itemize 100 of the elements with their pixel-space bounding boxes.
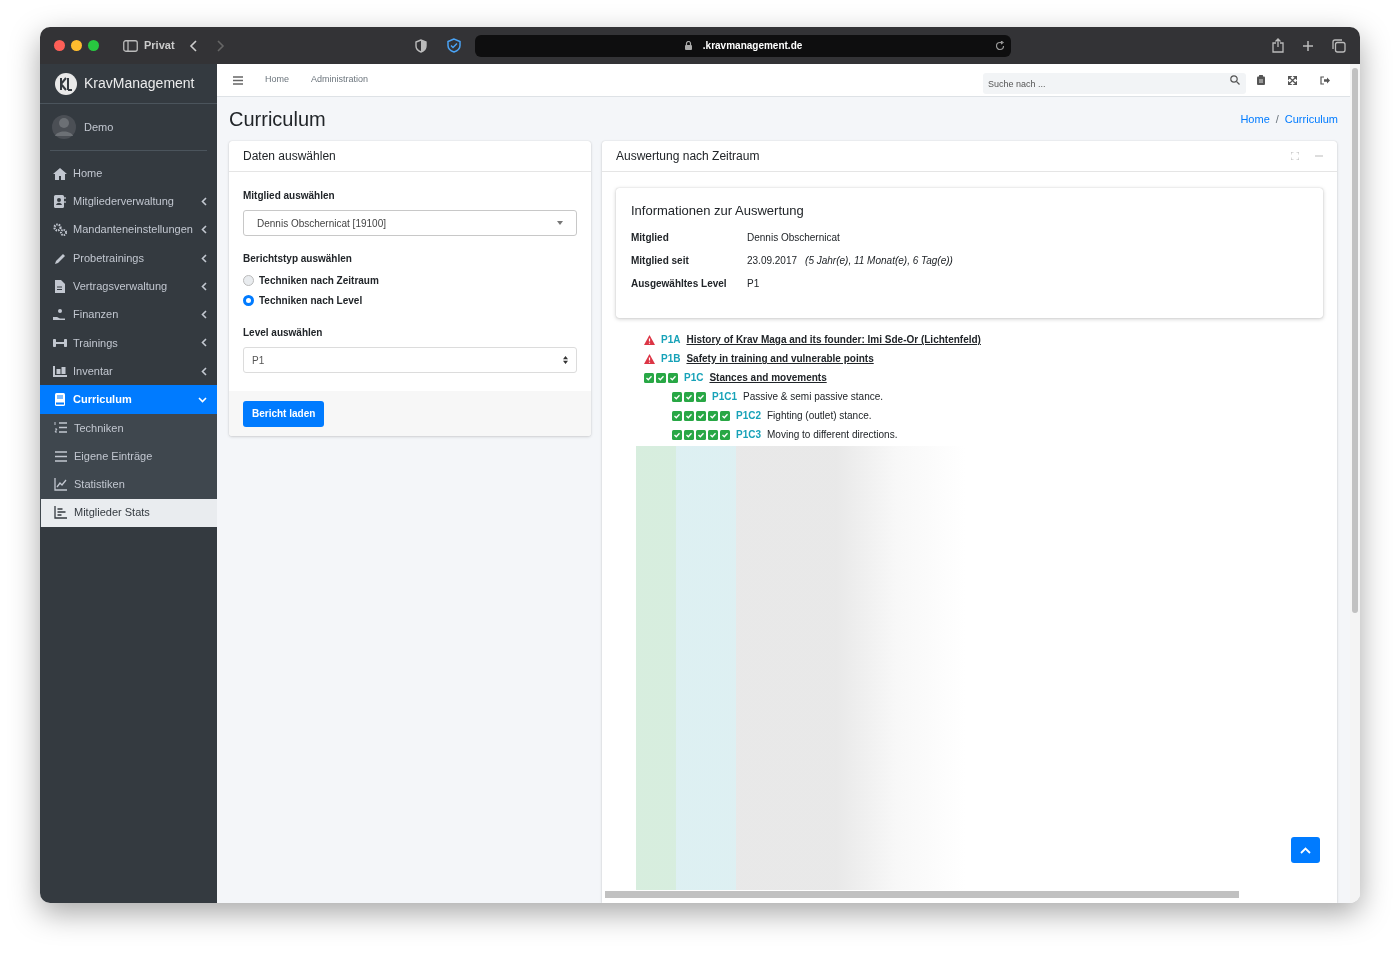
- cart-icon: [53, 364, 67, 378]
- info-note: (5 Jahr(e), 11 Monat(e), 6 Tag(e)): [805, 253, 953, 268]
- sidebar-item[interactable]: Home: [40, 159, 217, 188]
- technique-title: Passive & semi passive stance.: [743, 390, 884, 404]
- book-icon: [53, 393, 67, 406]
- info-label: Mitglied seit: [631, 253, 690, 268]
- numbered-list-icon: [54, 421, 68, 435]
- technique-code: P1C3: [736, 428, 761, 442]
- chevron-left-icon: [201, 281, 207, 291]
- chevron-left-icon: [201, 338, 207, 348]
- info-label: Ausgewähltes Level: [631, 276, 728, 291]
- back-icon[interactable]: [188, 39, 197, 52]
- chevron-up-icon: [1300, 846, 1311, 854]
- chevron-left-icon: [201, 225, 207, 235]
- info-label: Mitglied: [631, 230, 670, 245]
- sidebar-item[interactable]: Trainings: [40, 328, 217, 358]
- technique-link[interactable]: History of Krav Maga and its founder: Imi Sde-Or (Lichtenfeld): [686, 332, 981, 347]
- technique-code: P1A: [661, 333, 681, 347]
- sidebar-subitem[interactable]: Eigene Einträge: [41, 441, 217, 471]
- house-icon: [53, 166, 67, 180]
- clipboard-icon[interactable]: [1257, 75, 1265, 85]
- sidebar-toggle-icon[interactable]: [123, 39, 138, 52]
- list-icon: [54, 449, 68, 463]
- page-title: Curriculum: [229, 107, 326, 132]
- brand-name[interactable]: KravManagement: [84, 73, 195, 94]
- scroll-to-top-button[interactable]: [1291, 837, 1320, 863]
- technique-title: Fighting (outlet) stance.: [767, 409, 872, 423]
- line-chart-icon: [54, 477, 68, 491]
- sidebar-item[interactable]: Finanzen: [40, 300, 217, 329]
- sidebar-subitem[interactable]: Techniken: [41, 413, 217, 442]
- chevron-left-icon: [201, 310, 207, 320]
- fullscreen-icon[interactable]: [1288, 75, 1297, 85]
- sidebar-item[interactable]: Inventar: [40, 357, 217, 386]
- sidebar-subitem[interactable]: Mitglieder Stats: [41, 498, 217, 527]
- member-select[interactable]: Dennis Obschernicat [19100]: [243, 210, 577, 236]
- share-icon[interactable]: [1272, 38, 1284, 53]
- nav-link[interactable]: Administration: [311, 73, 369, 87]
- field-label: Level auswählen: [243, 326, 324, 340]
- sidebar-item[interactable]: Curriculum: [40, 385, 217, 414]
- new-tab-icon[interactable]: [1302, 39, 1314, 52]
- info-value: 23.09.2017: [747, 253, 798, 268]
- hand-coin-icon: [53, 308, 67, 322]
- pencil-icon: [53, 251, 67, 265]
- tabs-overview-icon[interactable]: [1332, 38, 1346, 53]
- profile-label[interactable]: Privat: [144, 37, 175, 54]
- maximize-window-button[interactable]: [88, 40, 99, 51]
- technique-code: P1B: [661, 352, 681, 366]
- menu-icon[interactable]: [233, 75, 243, 85]
- close-window-button[interactable]: [54, 40, 65, 51]
- radio-option[interactable]: Techniken nach Zeitraum: [243, 273, 577, 288]
- card-title: Daten auswählen: [243, 148, 336, 165]
- nav-link[interactable]: Home: [265, 73, 289, 87]
- radio-option[interactable]: Techniken nach Level: [243, 293, 577, 308]
- chevron-left-icon: [201, 366, 207, 376]
- radio-button[interactable]: [243, 275, 254, 286]
- technique-link[interactable]: Stances and movements: [709, 370, 827, 385]
- sidebar-item[interactable]: Probetrainings: [40, 243, 217, 273]
- search-icon[interactable]: [1230, 74, 1240, 85]
- search-field[interactable]: Suche nach ...: [983, 73, 1246, 94]
- dropdown-caret-icon: [557, 221, 563, 225]
- address-bar[interactable]: .kravmanagement.de: [474, 34, 1011, 57]
- load-report-button[interactable]: Bericht laden: [243, 400, 325, 427]
- select-arrows-icon: [563, 356, 568, 364]
- info-value: Dennis Obschernicat: [747, 230, 840, 245]
- minimize-window-button[interactable]: [71, 40, 82, 51]
- vertical-scrollbar[interactable]: [1350, 64, 1360, 903]
- breadcrumb-link[interactable]: Home: [1240, 110, 1270, 128]
- level-select[interactable]: P1: [243, 347, 577, 373]
- reload-icon[interactable]: [994, 40, 1005, 51]
- horizontal-scrollbar[interactable]: [605, 891, 1239, 898]
- breadcrumb-separator: /: [1275, 111, 1279, 127]
- technique-title: Moving to different directions.: [767, 428, 898, 442]
- breadcrumb-link[interactable]: Curriculum: [1284, 110, 1338, 128]
- sidebar-item[interactable]: Vertragsverwaltung: [40, 272, 217, 301]
- sidebar-item[interactable]: Mandanteneinstellungen: [40, 215, 217, 244]
- sidebar-subitem[interactable]: Statistiken: [41, 470, 217, 499]
- brand-logo-icon: [54, 71, 78, 96]
- panel-title: Informationen zur Auswertung: [631, 202, 805, 220]
- shield-check-icon[interactable]: [446, 38, 461, 53]
- bar-list-icon: [54, 506, 68, 520]
- user-name[interactable]: Demo: [84, 118, 114, 136]
- info-value: P1: [747, 276, 760, 291]
- dumbbell-icon: [53, 336, 67, 350]
- logout-icon[interactable]: [1320, 75, 1330, 85]
- card-title: Auswertung nach Zeitraum: [616, 148, 760, 165]
- field-label: Mitglied auswählen: [243, 189, 336, 203]
- shield-icon[interactable]: [414, 38, 427, 53]
- technique-link[interactable]: Safety in training and vulnerable points: [686, 351, 874, 366]
- radio-button[interactable]: [243, 295, 254, 306]
- technique-code: P1C2: [736, 409, 761, 423]
- chevron-down-icon: [198, 396, 207, 403]
- avatar-icon: [52, 114, 76, 140]
- sidebar-item[interactable]: Mitgliederverwaltung: [40, 187, 217, 216]
- chevron-left-icon: [201, 196, 207, 206]
- gears-icon: [53, 223, 67, 237]
- technique-code: P1C: [684, 371, 704, 385]
- chevron-left-icon: [201, 253, 207, 263]
- document-icon: [53, 279, 67, 293]
- technique-code: P1C1: [712, 390, 737, 404]
- contact-card-icon: [53, 194, 67, 208]
